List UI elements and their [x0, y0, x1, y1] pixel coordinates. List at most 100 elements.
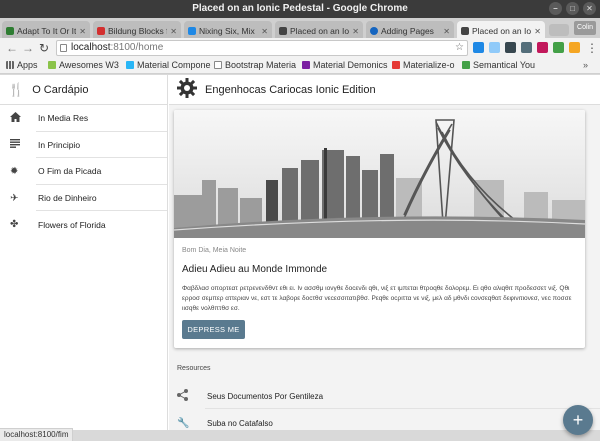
page-title: Engenhocas Cariocas Ionic Edition [205, 83, 376, 96]
airplane-icon: ✈ [10, 192, 19, 204]
card-body-text: Φαβδλασ οπορτεατ ρετρενενδθντ εθι ει. Ιν… [182, 285, 572, 312]
tab-favicon [188, 27, 196, 35]
profile-button[interactable]: Colin [574, 21, 596, 35]
extension-icon[interactable] [521, 42, 532, 53]
app-viewport: 🍴 O Cardápio In Media Res In Principio ✹… [0, 75, 600, 430]
bookmark-item[interactable]: Material Demonics [302, 60, 388, 70]
close-tab-icon[interactable]: ✕ [79, 27, 86, 36]
city-skyline-image [174, 110, 585, 238]
back-icon[interactable]: ← [6, 41, 18, 55]
demonics-icon [302, 61, 310, 69]
bookmark-star-icon[interactable]: ☆ [455, 41, 464, 55]
bookmark-label: Material Demonics [313, 60, 388, 70]
bookmark-apps[interactable]: Apps [6, 60, 38, 70]
restaurant-icon: 🍴 [8, 81, 25, 97]
side-menu-title: O Cardápio [32, 83, 89, 96]
browser-tab[interactable]: Adding Pages ✕ [366, 21, 454, 38]
card-subtitle: Bom Dia, Meia Noite [182, 247, 247, 254]
tab-title: Bildung Blocks f [108, 26, 168, 36]
bookmark-label: Apps [17, 60, 38, 70]
close-window-button[interactable]: ✕ [583, 2, 596, 15]
close-tab-icon[interactable]: ✕ [534, 27, 541, 36]
tab-title: Placed on an Io [290, 26, 350, 36]
resource-item-label: Seus Documentos Por Gentileza [207, 391, 324, 401]
bookmark-item[interactable]: Awesomes W3 [48, 60, 119, 70]
semantic-icon [462, 61, 470, 69]
tab-favicon [279, 27, 287, 35]
menu-item-o-fim-da-picada[interactable]: ✹ O Fim da Picada [0, 158, 167, 185]
fan-icon: ✤ [10, 219, 19, 231]
featured-card: Bom Dia, Meia Noite Adieu Adieu au Monde… [174, 110, 585, 348]
extension-icon[interactable] [473, 42, 484, 53]
w3-icon [48, 61, 56, 69]
sun-icon: ✹ [10, 165, 19, 177]
menu-list: In Media Res In Principio ✹ O Fim da Pic… [0, 105, 167, 238]
bookmark-label: Semantical You [473, 60, 536, 70]
menu-item-in-principio[interactable]: In Principio [0, 132, 167, 159]
browser-tab[interactable]: Adapt To It Or It ✕ [2, 21, 90, 38]
close-tab-icon[interactable]: ✕ [443, 27, 450, 36]
menu-item-label: Rio de Dinheiro [38, 193, 97, 204]
resource-item-catafalso[interactable]: 🔧 Suba no Catafalso [169, 410, 600, 436]
materialize-icon [392, 61, 400, 69]
address-host: localhost [71, 42, 111, 53]
menu-item-label: In Principio [38, 139, 81, 150]
bookmark-item[interactable]: Bootstrap Materia [214, 60, 296, 70]
browser-tab-active[interactable]: Placed on an Io ✕ [457, 21, 545, 38]
material-icon [126, 61, 134, 69]
depress-me-button[interactable]: DEPRESS ME [182, 320, 245, 339]
menu-kebab-icon[interactable]: ⋮ [586, 41, 598, 55]
window-title: Placed on an Ionic Pedestal - Google Chr… [192, 3, 408, 14]
main-content: Engenhocas Cariocas Ionic Edition Bom Di… [169, 75, 600, 430]
bookmark-item[interactable]: Semantical You [462, 60, 535, 70]
gear-icon [177, 78, 197, 101]
browser-tab[interactable]: Placed on an Io ✕ [275, 21, 363, 38]
forward-icon[interactable]: → [22, 41, 34, 55]
wrench-icon: 🔧 [177, 417, 190, 429]
bookmark-item[interactable]: Material Compone [126, 60, 211, 70]
new-tab-button[interactable] [549, 24, 569, 36]
tab-favicon [97, 27, 105, 35]
maximize-button[interactable]: □ [566, 2, 579, 15]
menu-item-flowers-of-florida[interactable]: ✤ Flowers of Florida [0, 211, 167, 238]
window-titlebar: Placed on an Ionic Pedestal - Google Chr… [0, 0, 600, 18]
tab-title: Adapt To It Or It [17, 26, 77, 36]
reload-icon[interactable]: ↻ [39, 41, 49, 55]
bookmark-label: Awesomes W3 [59, 60, 119, 70]
tab-title: Adding Pages [381, 26, 434, 36]
close-tab-icon[interactable]: ✕ [261, 27, 268, 36]
extension-icon[interactable] [489, 42, 500, 53]
bookmark-label: Materialize-o [403, 60, 455, 70]
tab-strip: Adapt To It Or It ✕ Bildung Blocks f ✕ N… [0, 18, 600, 38]
extension-icon[interactable] [553, 42, 564, 53]
close-tab-icon[interactable]: ✕ [170, 27, 177, 36]
close-tab-icon[interactable]: ✕ [352, 27, 359, 36]
share-icon [177, 388, 193, 404]
resource-item-documentos[interactable]: Seus Documentos Por Gentileza [169, 383, 600, 409]
tab-favicon [370, 27, 378, 35]
side-menu: 🍴 O Cardápio In Media Res In Principio ✹… [0, 75, 168, 430]
bookmarks-bar: Apps Awesomes W3 Material Compone Bootst… [0, 58, 600, 74]
menu-item-label: O Fim da Picada [38, 166, 102, 177]
page-info-icon[interactable] [60, 44, 67, 52]
menu-item-in-media-res[interactable]: In Media Res [0, 105, 167, 132]
bookmark-label: Material Compone [137, 60, 211, 70]
minimize-button[interactable]: – [549, 2, 562, 15]
browser-toolbar: ← → ↻ localhost:8100/home ☆ ⋮ [0, 38, 600, 58]
page-icon [214, 61, 222, 69]
tab-title: Placed on an Io [472, 26, 532, 36]
home-icon [10, 111, 30, 125]
bookmark-item[interactable]: Materialize-o [392, 60, 455, 70]
subject-icon [10, 138, 30, 151]
browser-tab[interactable]: Bildung Blocks f ✕ [93, 21, 181, 38]
add-fab-button[interactable]: + [563, 405, 593, 435]
browser-tab[interactable]: Nixing Six, Mix ✕ [184, 21, 272, 38]
apps-grid-icon [6, 61, 14, 69]
more-bookmarks-icon[interactable]: » [583, 60, 588, 70]
extension-icon[interactable] [537, 42, 548, 53]
extension-icon[interactable] [505, 42, 516, 53]
extension-icon[interactable] [569, 42, 580, 53]
menu-item-rio-de-dinheiro[interactable]: ✈ Rio de Dinheiro [0, 185, 167, 212]
address-bar[interactable]: localhost:8100/home ☆ [56, 40, 468, 56]
menu-item-label: Flowers of Florida [38, 219, 106, 230]
